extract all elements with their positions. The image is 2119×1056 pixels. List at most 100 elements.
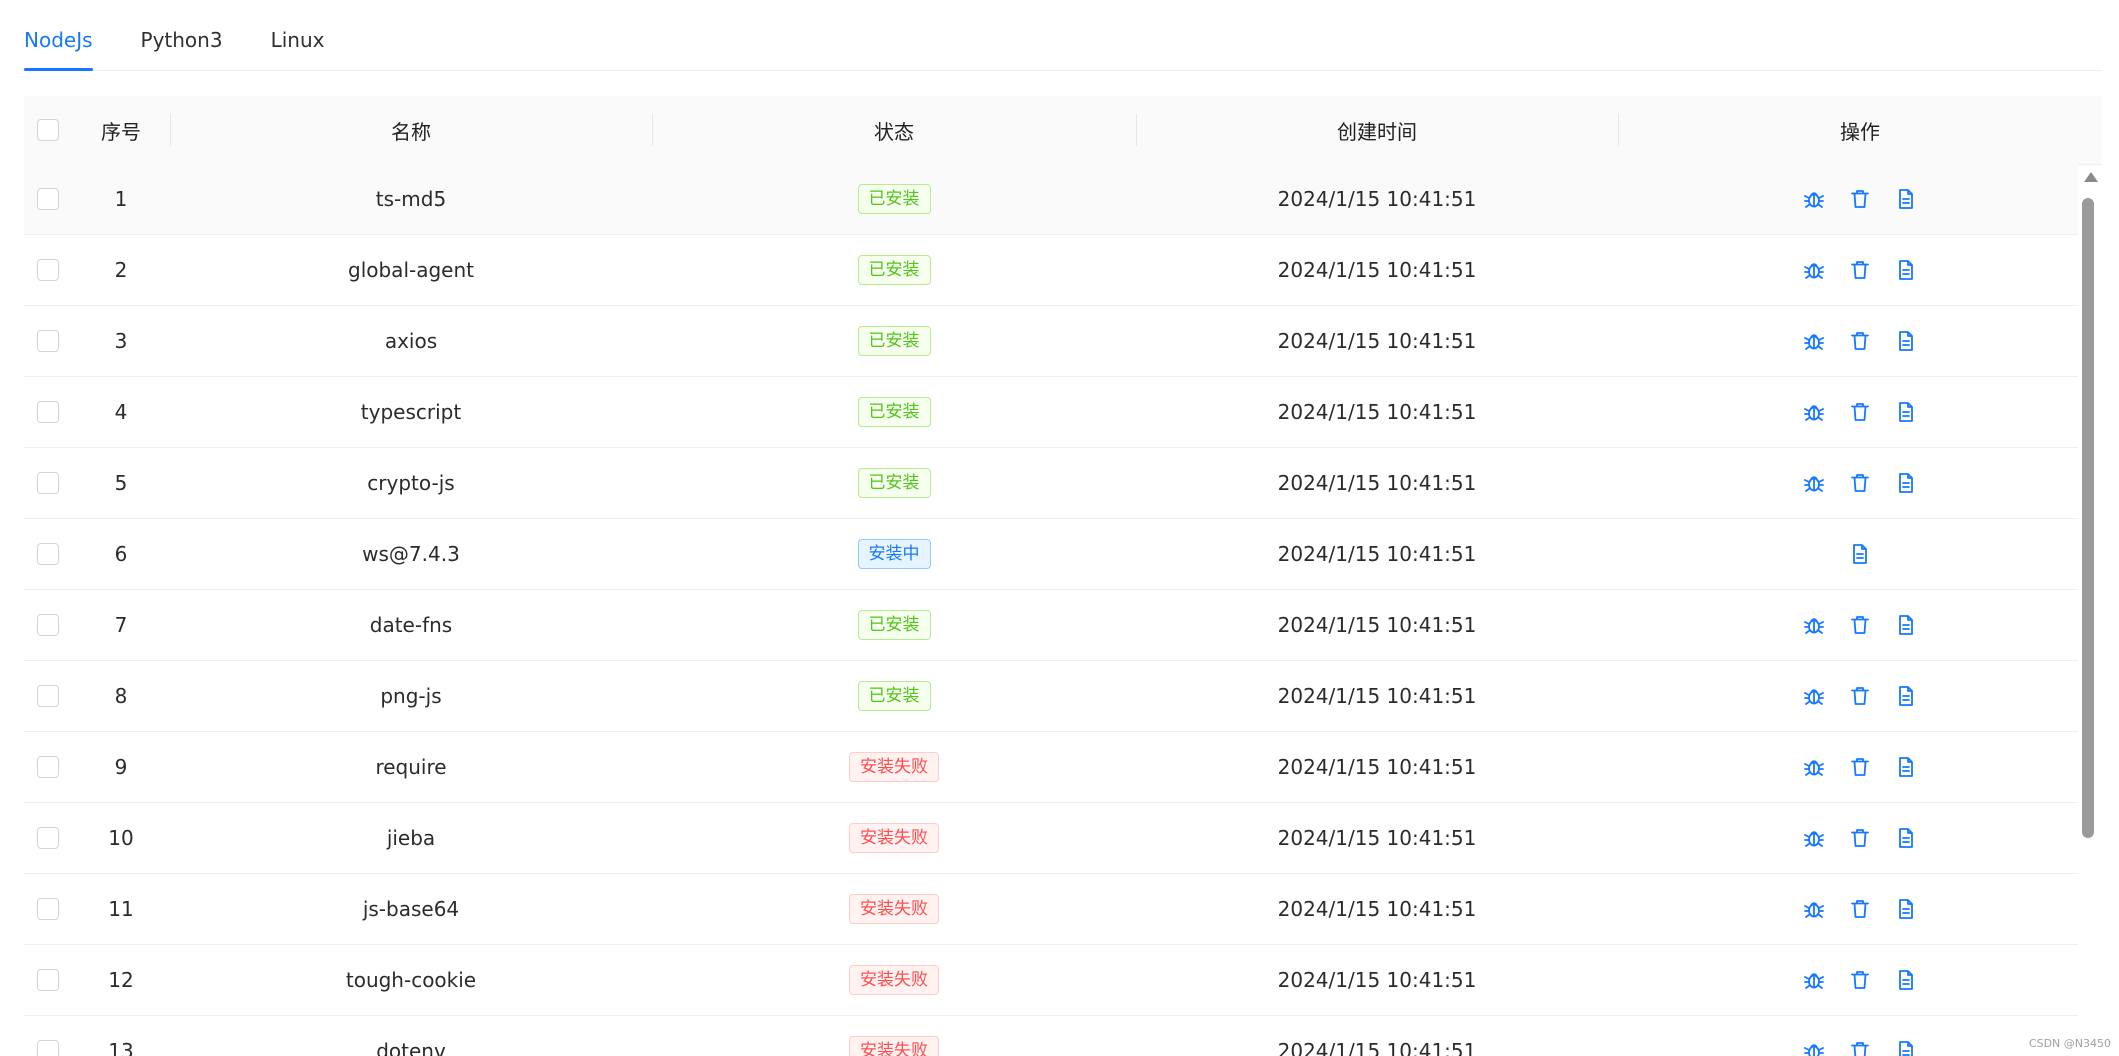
delete-icon xyxy=(1848,471,1872,495)
row-select-cell xyxy=(24,235,72,305)
delete-button[interactable] xyxy=(1848,755,1872,779)
delete-icon xyxy=(1848,684,1872,708)
row-name: png-js xyxy=(380,684,442,708)
tab-python3[interactable]: Python3 xyxy=(141,30,223,70)
row-name: crypto-js xyxy=(367,471,455,495)
row-name: global-agent xyxy=(348,258,474,282)
row-actions-cell xyxy=(1618,945,2102,1015)
row-checkbox[interactable] xyxy=(37,756,59,778)
delete-button[interactable] xyxy=(1848,1039,1872,1056)
row-actions-cell xyxy=(1618,661,2102,731)
log-button[interactable] xyxy=(1894,471,1918,495)
scroll-up-arrow-icon[interactable] xyxy=(2084,172,2098,182)
table-row: 5 crypto-js 已安装 2024/1/15 10:41:51 xyxy=(24,448,2078,519)
row-checkbox[interactable] xyxy=(37,188,59,210)
delete-button[interactable] xyxy=(1848,187,1872,211)
log-icon xyxy=(1894,755,1918,779)
row-checkbox[interactable] xyxy=(37,898,59,920)
log-button[interactable] xyxy=(1894,613,1918,637)
debug-icon xyxy=(1802,258,1826,282)
select-all-checkbox[interactable] xyxy=(37,119,59,141)
row-select-cell xyxy=(24,590,72,660)
row-created-time: 2024/1/15 10:41:51 xyxy=(1277,258,1477,282)
row-index: 4 xyxy=(114,400,128,424)
log-button[interactable] xyxy=(1894,684,1918,708)
row-checkbox[interactable] xyxy=(37,330,59,352)
log-button[interactable] xyxy=(1894,400,1918,424)
scroll-thumb[interactable] xyxy=(2082,198,2094,838)
debug-button[interactable] xyxy=(1802,613,1826,637)
log-icon xyxy=(1894,400,1918,424)
row-name: ws@7.4.3 xyxy=(362,542,460,566)
delete-button[interactable] xyxy=(1848,400,1872,424)
debug-button[interactable] xyxy=(1802,329,1826,353)
delete-button[interactable] xyxy=(1848,258,1872,282)
log-button[interactable] xyxy=(1894,897,1918,921)
delete-button[interactable] xyxy=(1848,329,1872,353)
tab-nodejs[interactable]: NodeJs xyxy=(24,30,93,71)
row-checkbox[interactable] xyxy=(37,969,59,991)
tab-linux[interactable]: Linux xyxy=(271,30,325,70)
delete-button[interactable] xyxy=(1848,968,1872,992)
debug-button[interactable] xyxy=(1802,187,1826,211)
column-header-actions: 操作 xyxy=(1840,119,1880,144)
row-checkbox[interactable] xyxy=(37,614,59,636)
status-badge: 安装失败 xyxy=(849,1036,939,1056)
table-row: 6 ws@7.4.3 安装中 2024/1/15 10:41:51 xyxy=(24,519,2078,590)
row-checkbox[interactable] xyxy=(37,401,59,423)
delete-button[interactable] xyxy=(1848,826,1872,850)
log-button[interactable] xyxy=(1894,826,1918,850)
debug-button[interactable] xyxy=(1802,471,1826,495)
row-actions xyxy=(1848,542,1872,566)
debug-button[interactable] xyxy=(1802,400,1826,424)
row-checkbox[interactable] xyxy=(37,1040,59,1056)
delete-button[interactable] xyxy=(1848,613,1872,637)
table-scrollbar[interactable] xyxy=(2078,172,2102,1056)
log-icon xyxy=(1894,826,1918,850)
log-button[interactable] xyxy=(1894,258,1918,282)
table-header: 序号 名称 状态 创建时间 操作 xyxy=(24,96,2102,165)
delete-button[interactable] xyxy=(1848,471,1872,495)
dependency-table: 序号 名称 状态 创建时间 操作 1 ts-md5 已安装 2024/1/15 … xyxy=(24,96,2102,1056)
row-status-cell: 安装失败 xyxy=(652,1016,1136,1056)
delete-button[interactable] xyxy=(1848,897,1872,921)
row-checkbox[interactable] xyxy=(37,259,59,281)
log-button[interactable] xyxy=(1894,329,1918,353)
log-icon xyxy=(1894,329,1918,353)
table-row: 7 date-fns 已安装 2024/1/15 10:41:51 xyxy=(24,590,2078,661)
debug-button[interactable] xyxy=(1802,755,1826,779)
debug-button[interactable] xyxy=(1802,684,1826,708)
row-index: 7 xyxy=(114,613,128,637)
debug-icon xyxy=(1802,897,1826,921)
log-button[interactable] xyxy=(1848,542,1872,566)
row-name: axios xyxy=(384,329,438,353)
debug-icon xyxy=(1802,400,1826,424)
delete-icon xyxy=(1848,613,1872,637)
debug-icon xyxy=(1802,613,1826,637)
row-checkbox[interactable] xyxy=(37,685,59,707)
status-badge: 安装中 xyxy=(857,539,931,569)
debug-icon xyxy=(1802,471,1826,495)
row-index: 1 xyxy=(114,187,128,211)
row-checkbox[interactable] xyxy=(37,472,59,494)
debug-icon xyxy=(1802,826,1826,850)
row-checkbox[interactable] xyxy=(37,827,59,849)
row-actions-cell xyxy=(1618,732,2102,802)
row-status-cell: 安装中 xyxy=(652,519,1136,589)
row-select-cell xyxy=(24,803,72,873)
table-row: 8 png-js 已安装 2024/1/15 10:41:51 xyxy=(24,661,2078,732)
debug-button[interactable] xyxy=(1802,258,1826,282)
debug-button[interactable] xyxy=(1802,1039,1826,1056)
log-button[interactable] xyxy=(1894,755,1918,779)
log-button[interactable] xyxy=(1894,968,1918,992)
row-checkbox[interactable] xyxy=(37,543,59,565)
debug-button[interactable] xyxy=(1802,826,1826,850)
log-button[interactable] xyxy=(1894,1039,1918,1056)
debug-button[interactable] xyxy=(1802,968,1826,992)
debug-button[interactable] xyxy=(1802,897,1826,921)
log-icon xyxy=(1894,187,1918,211)
row-select-cell xyxy=(24,732,72,802)
log-button[interactable] xyxy=(1894,187,1918,211)
log-icon xyxy=(1894,258,1918,282)
delete-button[interactable] xyxy=(1848,684,1872,708)
